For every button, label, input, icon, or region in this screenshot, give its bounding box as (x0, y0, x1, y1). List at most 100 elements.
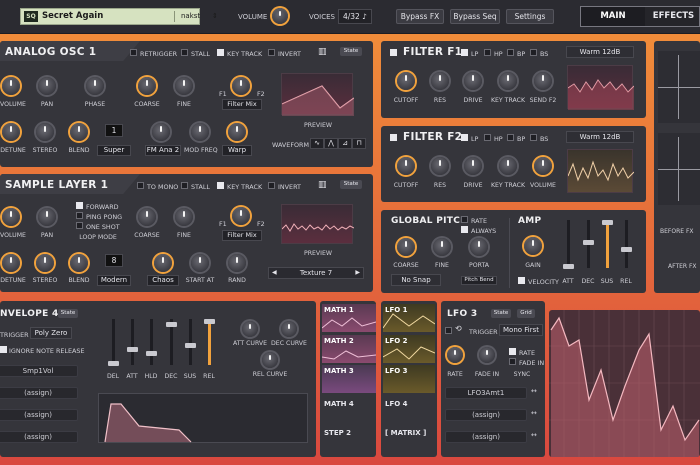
sample-unison-value[interactable]: 8 (105, 254, 123, 267)
lfo-4-tab[interactable]: LFO 4 (385, 400, 408, 408)
envelope-graph[interactable] (98, 393, 308, 443)
math-4-tab[interactable]: MATH 4 (324, 400, 354, 408)
envelope-mod-slot[interactable]: (assign) (0, 431, 78, 443)
sample-filter-mix-knob[interactable] (232, 207, 250, 225)
lfo-grid-button[interactable]: Grid (517, 309, 535, 318)
lfo-shape-editor[interactable] (549, 310, 700, 457)
preset-display[interactable]: SQ Secret Again nakst ⇕ (20, 8, 218, 25)
osc-unison-value[interactable]: 1 (105, 124, 123, 137)
forward-checkbox[interactable] (76, 202, 83, 209)
sample-key-track-checkbox[interactable] (217, 182, 224, 189)
next-arrow-icon[interactable]: ▶ (355, 268, 360, 278)
math-1-tab[interactable]: MATH 1 (322, 304, 376, 332)
filter-f2-type-select[interactable]: Warm 12dB (566, 131, 634, 143)
att-curve-knob[interactable] (242, 321, 258, 337)
amp-att-slider[interactable] (567, 220, 570, 268)
sample-pan-knob[interactable] (38, 208, 56, 226)
prev-arrow-icon[interactable]: ◀ (272, 268, 277, 278)
bypass-seq-button[interactable]: Bypass Seq (450, 9, 500, 24)
lfo-mod-slot[interactable]: (assign) (445, 409, 527, 421)
filter-f1-hp-checkbox[interactable] (484, 49, 491, 56)
env-dec-thumb[interactable] (166, 322, 177, 327)
osc-mod-freq-knob[interactable] (191, 123, 209, 141)
preset-arrows-icon[interactable]: ⇕ (212, 12, 218, 20)
osc-unison-mode[interactable]: Super (97, 145, 131, 156)
amp-rel-thumb[interactable] (621, 247, 632, 252)
lfo-1-tab[interactable]: LFO 1 (383, 304, 435, 332)
pitch-always-checkbox[interactable] (461, 226, 468, 233)
pitch-fine-knob[interactable] (433, 238, 451, 256)
sample-rand-knob[interactable] (228, 254, 246, 272)
sample-volume-knob[interactable] (2, 208, 20, 226)
lfo-3-tab[interactable]: LFO 3 (383, 365, 435, 393)
sample-stereo-knob[interactable] (36, 254, 54, 272)
lfo-fade-in-knob[interactable] (479, 347, 495, 363)
math-2-tab[interactable]: MATH 2 (322, 335, 376, 363)
amp-att-thumb[interactable] (563, 264, 574, 269)
sample-start-at-knob[interactable] (191, 254, 209, 272)
lfo-trigger-select[interactable]: Mono First (499, 324, 543, 336)
sample-chaos-knob[interactable] (154, 254, 172, 272)
amp-sus-thumb[interactable] (602, 220, 613, 225)
master-volume-knob[interactable] (272, 8, 288, 24)
lfo-mod-slot[interactable]: (assign) (445, 431, 527, 443)
sample-blend-knob[interactable] (70, 254, 88, 272)
osc-phase-knob[interactable] (86, 77, 104, 95)
amp-velocity-checkbox[interactable] (518, 277, 525, 284)
lfo-mod-slot[interactable]: LFO3Amt1 (445, 387, 527, 399)
osc-detune-knob[interactable] (2, 123, 20, 141)
osc-warp-mode[interactable]: Warp (222, 145, 252, 156)
osc-fm-mode[interactable]: FM Ana 2 (145, 145, 181, 156)
sample-chaos-mode[interactable]: Chaos (147, 275, 179, 286)
link-arrows-icon[interactable]: ↔ (531, 387, 537, 395)
filter-f1-drive-knob[interactable] (464, 72, 482, 90)
env-att-thumb[interactable] (127, 347, 138, 352)
env-sus-thumb[interactable] (185, 343, 196, 348)
envelope-mod-slot[interactable]: Smp1Vol (0, 365, 78, 377)
sample-texture-select[interactable]: ◀ Texture 7 ▶ (268, 267, 364, 279)
wave-saw-icon[interactable]: ⊿ (338, 138, 352, 149)
env-hld-slider[interactable] (150, 319, 153, 365)
filter-f2-cutoff-knob[interactable] (397, 157, 415, 175)
amp-dec-thumb[interactable] (583, 240, 594, 245)
matrix-tab[interactable]: [ MATRIX ] (385, 429, 426, 437)
filter-f2-bs-checkbox[interactable] (530, 134, 537, 141)
filter-f1-res-knob[interactable] (431, 72, 449, 90)
pitch-bend-display[interactable]: Pitch Bend (461, 276, 497, 285)
pitch-snap-select[interactable]: No Snap (391, 274, 441, 286)
filter-f1-send-knob[interactable] (534, 72, 552, 90)
sample-fine-knob[interactable] (175, 208, 193, 226)
osc-volume-knob[interactable] (2, 77, 20, 95)
filter-f2-volume-knob[interactable] (534, 157, 552, 175)
link-arrows-icon[interactable]: ↔ (531, 409, 537, 417)
bars-icon[interactable]: ▥ (318, 180, 327, 190)
filter-f2-key-track-knob[interactable] (499, 157, 517, 175)
osc-pan-knob[interactable] (38, 77, 56, 95)
amp-gain-knob[interactable] (524, 237, 542, 255)
wave-sine-icon[interactable]: ∿ (310, 138, 324, 149)
osc-invert-checkbox[interactable] (268, 49, 275, 56)
envelope-mod-slot[interactable]: (assign) (0, 409, 78, 421)
filter-f1-type-select[interactable]: Warm 12dB (566, 46, 634, 58)
sample-detune-knob[interactable] (2, 254, 20, 272)
osc-coarse-knob[interactable] (138, 77, 156, 95)
osc-blend-knob[interactable] (70, 123, 88, 141)
envelope-trigger-select[interactable]: Poly Zero (30, 327, 72, 339)
osc-filter-mix-knob[interactable] (232, 77, 250, 95)
osc-state-button[interactable]: State (340, 47, 362, 56)
bypass-fx-button[interactable]: Bypass FX (396, 9, 444, 24)
sample-stall-checkbox[interactable] (181, 182, 188, 189)
sample-invert-checkbox[interactable] (268, 182, 275, 189)
env-sus-slider[interactable] (189, 319, 192, 365)
wave-triangle-icon[interactable]: ⋀ (324, 138, 338, 149)
env-rel-thumb[interactable] (204, 319, 215, 324)
env-del-slider[interactable] (112, 319, 115, 365)
osc-fm-knob[interactable] (152, 123, 170, 141)
envelope-state-button[interactable]: State (58, 309, 78, 318)
filter-f1-lp-checkbox[interactable] (461, 49, 468, 56)
bars-icon[interactable]: ▥ (318, 47, 327, 57)
osc-retrigger-checkbox[interactable] (130, 49, 137, 56)
ignore-note-release-checkbox[interactable] (0, 346, 7, 353)
pitch-porta-knob[interactable] (470, 238, 488, 256)
pitch-rate-checkbox[interactable] (461, 216, 468, 223)
